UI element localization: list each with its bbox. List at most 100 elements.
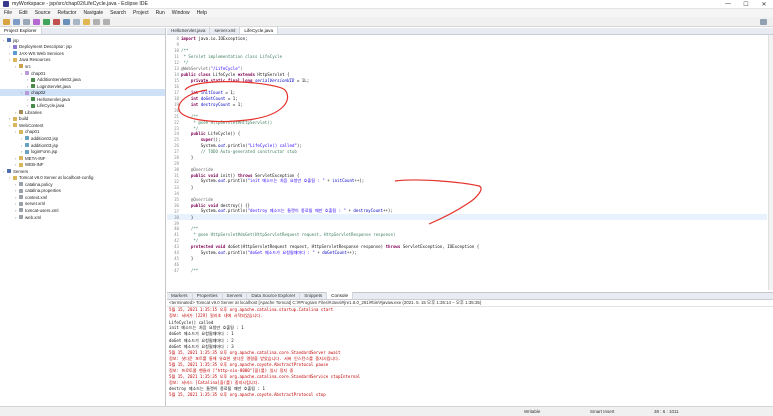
search-icon[interactable] [83,18,90,25]
chevron-right-icon[interactable]: › [15,162,18,167]
back-icon[interactable] [93,18,100,25]
status-bar: Writable Smart Insert 38 : 6 : 1011 [0,406,773,416]
new-class-icon[interactable] [63,18,70,25]
chevron-right-icon[interactable]: › [9,57,12,62]
file-icon [19,208,23,213]
editor-tab[interactable]: LifeCycle.java [240,27,279,34]
stop-icon[interactable] [53,18,60,25]
chevron-right-icon[interactable]: › [9,116,12,121]
chevron-right-icon[interactable]: › [15,195,18,200]
console-panel: Markers Properties Servers Data Source Expl… [167,292,773,406]
chevron-right-icon[interactable]: › [15,110,18,115]
chevron-right-icon[interactable]: › [9,175,12,180]
console-tab[interactable]: Properties [193,292,223,299]
chevron-right-icon[interactable]: › [27,103,30,108]
chevron-right-icon[interactable]: › [15,129,18,134]
run-icon[interactable] [43,18,50,25]
line-number: 34 [174,190,179,196]
chevron-right-icon[interactable]: › [9,44,12,49]
menu-window[interactable]: Window [172,10,190,16]
tree-item-label: LifeCycle.java [37,103,65,109]
status-writable: Writable [524,409,541,414]
code-text: int initCount = 1; [190,89,236,95]
editor-tab[interactable]: server.xml [210,27,241,34]
menu-file[interactable]: File [4,10,12,16]
code-text: @Override [190,196,214,202]
code-area[interactable]: 8 import java.io.IOException; 9 10/** 11 * S… [167,36,767,274]
code-text: * @see HttpServlet#doGet(HttpServletRequ… [181,232,396,238]
file-icon [19,195,23,200]
line-number: 42 [174,238,179,244]
editor-tab[interactable]: HelloServlet.java [167,27,211,34]
chevron-right-icon[interactable]: › [21,71,24,76]
project-explorer: Project Explorer › jsp › Deployment Descrip… [0,27,166,406]
menu-run[interactable]: Run [156,10,165,16]
menu-navigate[interactable]: Navigate [83,10,103,16]
line-number: 24 [174,131,179,137]
chevron-right-icon[interactable]: › [3,38,6,43]
close-button[interactable]: ✕ [755,0,773,9]
debug-icon[interactable] [33,18,40,25]
console-tab[interactable]: Servers [223,292,248,299]
chevron-right-icon[interactable]: › [21,149,24,154]
jsp-icon [25,149,29,154]
chevron-right-icon[interactable]: › [9,51,12,56]
chevron-right-icon[interactable]: › [27,97,30,102]
console-tab[interactable]: Snippets [300,292,328,299]
chevron-right-icon[interactable]: › [15,182,18,187]
console-output[interactable]: 5월 15, 2021 1:35:15 오후 org.apache.catali… [167,307,773,398]
folder-icon [13,57,17,62]
menu-project[interactable]: Project [133,10,149,16]
chevron-right-icon[interactable]: › [15,64,18,69]
code-text: import java.io.IOException; [181,36,248,42]
console-tab[interactable]: Markers [167,292,193,299]
console-tab[interactable]: Console [327,292,354,299]
maximize-button[interactable]: ☐ [737,0,755,9]
chevron-right-icon[interactable]: › [27,77,30,82]
menu-edit[interactable]: Edit [19,10,28,16]
chevron-right-icon[interactable]: › [15,156,18,161]
new-icon[interactable] [3,18,10,25]
main-toolbar [0,17,773,27]
jsp-icon [25,143,29,148]
chevron-right-icon[interactable]: › [15,208,18,213]
folder-icon [13,123,17,128]
editor-scrollbar[interactable] [768,35,773,290]
chevron-right-icon[interactable]: › [21,143,24,148]
chevron-right-icon[interactable]: › [21,136,24,141]
code-editor: HelloServlet.java server.xml LifeCycle.jav… [167,27,773,290]
chevron-right-icon[interactable]: › [21,90,24,95]
line-number: 39 [174,220,179,226]
chevron-right-icon[interactable]: › [27,84,30,89]
file-icon [19,188,23,193]
console-tab[interactable]: Data Source Explorer [247,292,301,299]
line-number: 20 [174,107,179,113]
tree-item-label: Deployment Descriptor: jsp [19,44,72,50]
chevron-right-icon[interactable]: › [15,201,18,206]
chevron-right-icon[interactable]: › [9,123,12,128]
console-line: 5월 15, 2021 1:35:35 오후 org.apache.coyote… [169,392,326,398]
folder-icon [13,116,17,121]
menu-refactor[interactable]: Refactor [58,10,77,16]
perspective-icon[interactable] [760,18,767,25]
menu-source[interactable]: Source [35,10,51,16]
chevron-right-icon[interactable]: › [15,188,18,193]
minimize-button[interactable]: — [719,0,737,9]
explorer-tree: › jsp › Deployment Descriptor: jsp › JAX-WS W… [0,35,165,220]
menu-help[interactable]: Help [197,10,207,16]
file-icon [19,182,23,187]
save-all-icon[interactable] [23,18,30,25]
menu-search[interactable]: Search [110,10,126,16]
explorer-tabbar: Project Explorer [0,27,165,35]
forward-icon[interactable] [103,18,110,25]
chevron-right-icon[interactable]: › [3,169,6,174]
open-type-icon[interactable] [73,18,80,25]
line-number: 41 [174,232,179,238]
tree-item[interactable]: › web.xml [0,214,165,221]
tree-item-label: chap01 [25,129,40,135]
save-icon[interactable] [13,18,20,25]
tab-project-explorer[interactable]: Project Explorer [0,27,42,34]
chevron-right-icon[interactable]: › [15,215,18,220]
tree-item-label: chap02 [31,90,46,96]
code-line[interactable]: 47 /** [167,268,767,274]
